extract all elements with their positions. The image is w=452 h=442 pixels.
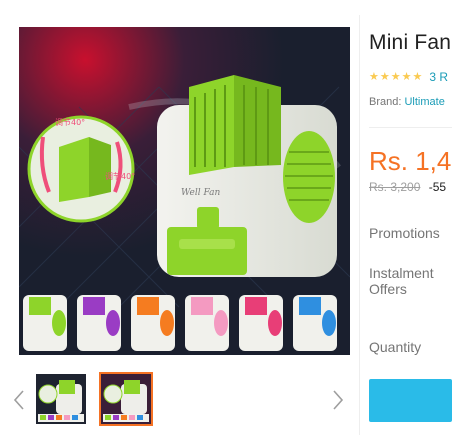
- star-icon: ★: [390, 70, 401, 83]
- adjust-left-label: 调节40°: [55, 118, 85, 127]
- product-title: Mini Fan: [369, 31, 452, 54]
- star-icon: ★: [369, 70, 379, 83]
- star-icon: ★: [412, 70, 423, 83]
- promotions-label: Promotions: [369, 225, 440, 241]
- adjust-right-label: 调节40°: [105, 172, 135, 181]
- mini-fan-photo: 调节40° 调节40° Well Fan: [19, 27, 350, 355]
- brand-row: Brand: Ultimate: [369, 96, 445, 108]
- details-divider: [369, 127, 452, 128]
- column-divider: [359, 15, 360, 435]
- chevron-right-icon[interactable]: [329, 388, 347, 412]
- original-price: Rs. 3,200: [369, 180, 421, 194]
- fan-logo-text: Well Fan: [181, 188, 220, 198]
- ratings-link[interactable]: 3 R: [429, 70, 448, 84]
- rating-stars: ★ ★ ★ ★ ★: [369, 70, 423, 83]
- instalment-offers-label: Instalment Offers: [369, 265, 434, 297]
- main-product-image[interactable]: 调节40° 调节40° Well Fan: [19, 27, 350, 355]
- current-price: Rs. 1,4: [369, 146, 452, 176]
- rating-row[interactable]: ★ ★ ★ ★ ★ 3 R: [369, 70, 448, 84]
- thumbnail-1[interactable]: [36, 374, 86, 424]
- thumbnail-strip: [0, 366, 360, 436]
- original-price-row: Rs. 3,200 -55: [369, 180, 446, 194]
- brand-label: Brand:: [369, 96, 402, 108]
- quantity-label: Quantity: [369, 339, 422, 355]
- star-icon: ★: [401, 70, 412, 83]
- brand-link[interactable]: Ultimate: [404, 96, 444, 108]
- discount-badge: -55: [428, 180, 447, 194]
- star-icon: ★: [379, 70, 390, 83]
- chevron-left-icon[interactable]: [10, 388, 28, 412]
- thumbnail-2[interactable]: [99, 372, 153, 426]
- buy-now-button[interactable]: [369, 379, 452, 422]
